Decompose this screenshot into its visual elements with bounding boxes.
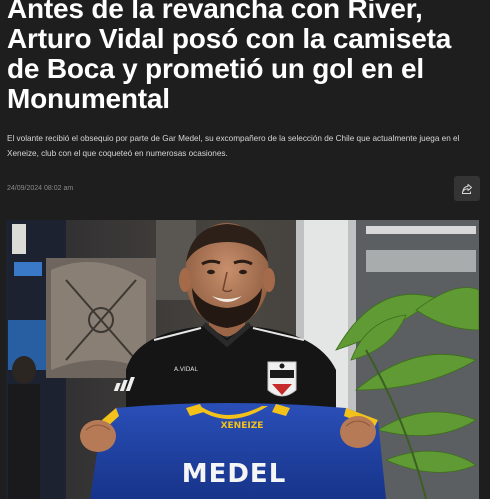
article-lead: El volante recibió el obsequio por parte… <box>7 134 460 158</box>
article-photo: A.VIDAL XENEIZE MEDEL <box>6 220 479 499</box>
jersey-name: MEDEL <box>182 459 287 489</box>
share-icon <box>462 183 472 194</box>
shirt-label: A.VIDAL <box>174 366 198 373</box>
club-crest <box>267 361 297 397</box>
share-button[interactable] <box>454 176 480 201</box>
jersey-club-text: XENEIZE <box>221 421 264 431</box>
article-timestamp: 24/09/2024 08:02 am <box>7 185 74 192</box>
article-headline: Antes de la revancha con River, Arturo V… <box>7 0 452 114</box>
